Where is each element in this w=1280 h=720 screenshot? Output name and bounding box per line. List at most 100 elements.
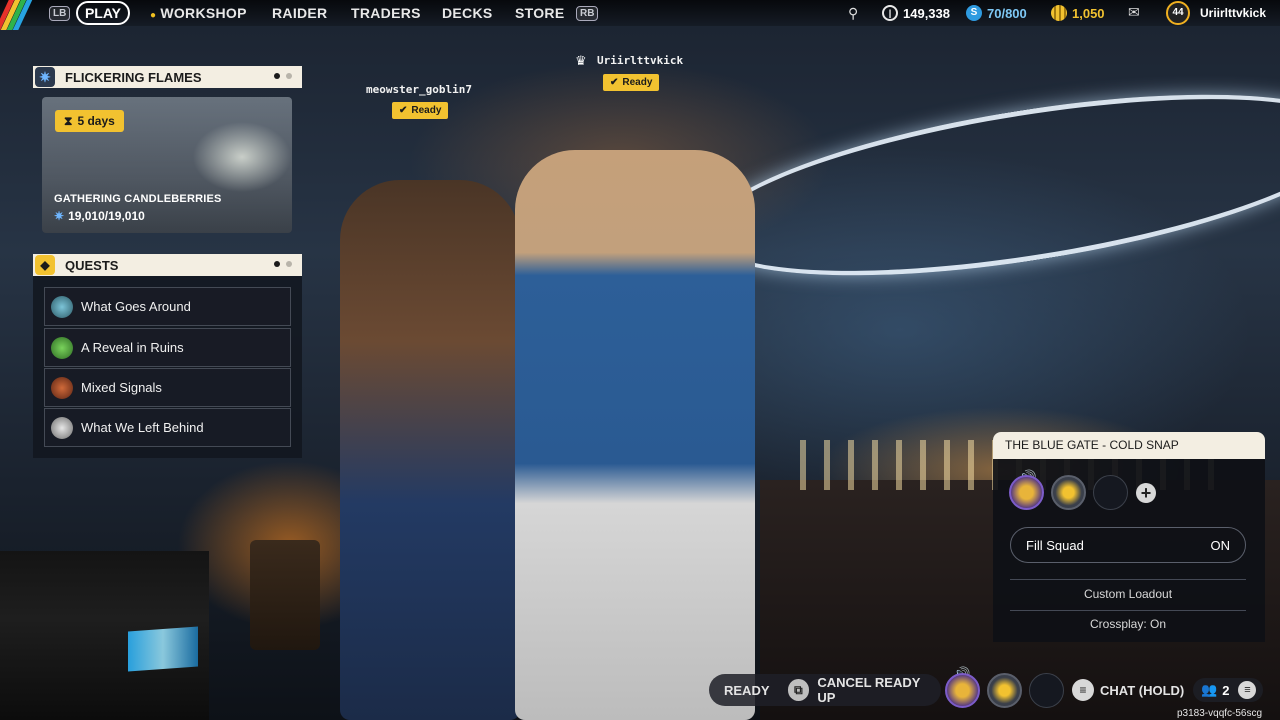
player-name: Uriirlttvkick xyxy=(597,54,684,67)
player-level-badge[interactable]: 44 xyxy=(1166,1,1190,25)
quest-item[interactable]: What Goes Around xyxy=(44,287,291,326)
fill-squad-value: ON xyxy=(1210,537,1231,553)
ready-label: READY xyxy=(724,682,770,698)
crossplay-toggle[interactable]: Crossplay: On xyxy=(1010,617,1246,631)
coins-value: 149,338 xyxy=(903,5,950,21)
quest-item[interactable]: A Reveal in Ruins xyxy=(44,328,291,367)
quest-item[interactable]: Mixed Signals xyxy=(44,368,291,407)
custom-loadout-button[interactable]: Custom Loadout xyxy=(1010,587,1246,601)
tab-store[interactable]: STORE xyxy=(515,5,564,21)
pager-dot-active xyxy=(274,261,280,267)
squad-panel: THE BLUE GATE - COLD SNAP 🔊 + Fill Squad… xyxy=(993,432,1265,642)
menu-lines-icon: ≡ xyxy=(1238,681,1257,699)
tab-decks[interactable]: DECKS xyxy=(442,5,493,21)
ready-label: Ready xyxy=(411,105,442,116)
brand-stripes xyxy=(0,0,44,30)
player-name: meowster_goblin7 xyxy=(366,83,472,96)
pager-dot xyxy=(286,261,292,267)
chat-label: CHAT (HOLD) xyxy=(1100,682,1185,698)
session-id: p3183-vqqfc-56scg xyxy=(1177,708,1263,719)
pager-dot-active xyxy=(274,73,280,79)
gear-icon: ✷ xyxy=(54,209,65,223)
fill-squad-label: Fill Squad xyxy=(1026,537,1084,553)
event-progress: ✷ 19,010/19,010 xyxy=(54,209,145,223)
quest-giver-avatar-icon xyxy=(51,417,73,439)
premium-counter: 1,050 xyxy=(1051,5,1105,21)
add-player-icon[interactable]: + xyxy=(1136,483,1156,503)
notification-dot-icon: ● xyxy=(150,10,157,21)
mail-icon[interactable]: ✉ xyxy=(1128,4,1140,21)
pager-dot xyxy=(286,73,292,79)
coin-icon: | xyxy=(882,5,898,21)
tokens-value: 70/800 xyxy=(987,5,1027,21)
event-timer-value: 5 days xyxy=(77,114,115,128)
raider-character-left xyxy=(340,180,520,720)
tab-raider[interactable]: RAIDER xyxy=(272,5,327,21)
fill-squad-toggle[interactable]: Fill Squad ON xyxy=(1010,527,1246,563)
neon-ring-light xyxy=(692,59,1280,311)
quests-panel-header[interactable]: ◆ QUESTS xyxy=(33,254,302,276)
event-card[interactable]: ⧗ 5 days GATHERING CANDLEBERRIES ✷ 19,01… xyxy=(42,97,292,233)
cancel-ready-button[interactable]: CANCEL READY UP xyxy=(817,675,941,705)
tab-traders[interactable]: TRADERS xyxy=(351,5,421,21)
gear-icon: ✷ xyxy=(35,67,55,87)
people-icon: 👥 xyxy=(1201,682,1218,697)
token-icon: S xyxy=(966,5,982,21)
premium-currency-icon xyxy=(1051,5,1067,21)
map-name: THE BLUE GATE - COLD SNAP xyxy=(993,432,1265,459)
controller-view-icon: ⧉ xyxy=(787,679,810,701)
quests-pager[interactable] xyxy=(274,261,292,267)
chat-hold-button[interactable]: ≡ CHAT (HOLD) xyxy=(1072,678,1184,702)
quest-giver-avatar-icon xyxy=(51,296,73,318)
event-name: GATHERING CANDLEBERRIES xyxy=(54,193,222,205)
event-title: FLICKERING FLAMES xyxy=(65,69,202,85)
squad-slot-avatar[interactable] xyxy=(1051,475,1086,510)
top-navigation-bar: LB PLAY ● WORKSHOP RAIDER TRADERS DECKS S… xyxy=(0,0,1280,30)
tab-workshop-label: WORKSHOP xyxy=(160,5,247,21)
quest-label: What We Left Behind xyxy=(81,420,204,435)
check-icon: ✔ xyxy=(610,77,619,88)
fire-barrel xyxy=(250,540,320,650)
quest-label: A Reveal in Ruins xyxy=(81,340,184,355)
scout-icon[interactable]: ⚲ xyxy=(848,5,858,22)
lb-button-hint[interactable]: LB xyxy=(49,6,71,21)
quest-giver-avatar-icon xyxy=(51,377,73,399)
tab-workshop[interactable]: ● WORKSHOP xyxy=(150,5,247,21)
event-timer: ⧗ 5 days xyxy=(55,110,124,132)
quests-title: QUESTS xyxy=(65,257,119,273)
username[interactable]: Uriirlttvkick xyxy=(1200,6,1266,20)
event-pager[interactable] xyxy=(274,73,292,79)
event-panel-header[interactable]: ✷ FLICKERING FLAMES xyxy=(33,66,302,88)
divider xyxy=(1010,610,1246,611)
ready-status-badge: ✔ Ready xyxy=(603,74,660,91)
squad-slot-avatar[interactable] xyxy=(1009,475,1044,510)
ready-controls: READY ⧉ CANCEL READY UP xyxy=(709,674,941,706)
squad-slot-avatar[interactable] xyxy=(945,673,980,708)
quest-diamond-icon: ◆ xyxy=(35,255,55,275)
menu-lines-icon: ≡ xyxy=(1072,679,1094,701)
party-count-value: 2 xyxy=(1222,682,1230,698)
crown-icon: ♛ xyxy=(575,53,587,68)
check-icon: ✔ xyxy=(399,105,408,116)
monitor-glow xyxy=(128,626,198,672)
webcam-overlay xyxy=(0,551,209,720)
ready-status-badge: ✔ Ready xyxy=(392,102,449,119)
hourglass-icon: ⧗ xyxy=(64,113,73,128)
quests-list: What Goes Around A Reveal in Ruins Mixed… xyxy=(33,276,302,458)
quest-label: What Goes Around xyxy=(81,299,191,314)
party-count[interactable]: 👥 2 ≡ xyxy=(1193,678,1263,702)
quest-giver-avatar-icon xyxy=(51,337,73,359)
squad-slot-avatar[interactable] xyxy=(987,673,1022,708)
squad-slot-empty[interactable] xyxy=(1029,673,1064,708)
squad-slot-empty[interactable] xyxy=(1093,475,1128,510)
quest-item[interactable]: What We Left Behind xyxy=(44,408,291,447)
tokens-counter: S 70/800 xyxy=(966,5,1027,21)
raider-character-right xyxy=(515,150,755,720)
event-progress-value: 19,010/19,010 xyxy=(68,209,145,223)
ready-label: Ready xyxy=(622,77,653,88)
premium-value: 1,050 xyxy=(1072,5,1105,21)
tab-play[interactable]: PLAY xyxy=(76,1,130,25)
divider xyxy=(1010,579,1246,580)
rb-button-hint[interactable]: RB xyxy=(576,6,599,21)
quest-label: Mixed Signals xyxy=(81,380,162,395)
